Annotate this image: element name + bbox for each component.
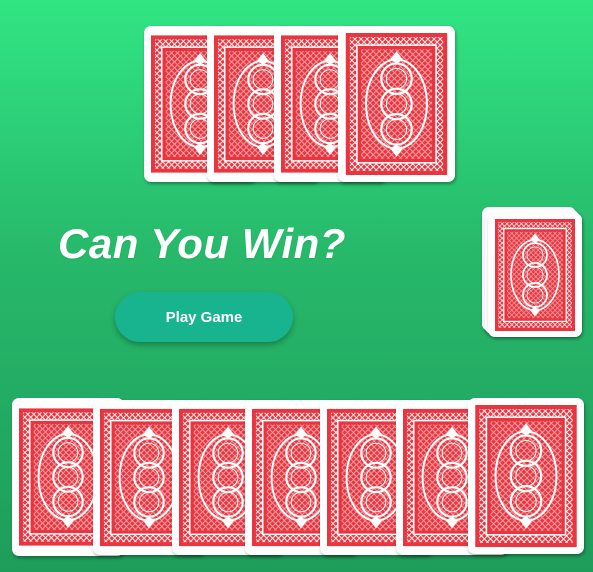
card-back-pattern <box>494 219 576 331</box>
play-game-button[interactable]: Play Game <box>115 292 293 342</box>
game-title: Can You Win? <box>58 220 346 267</box>
card-back-pattern <box>475 405 577 547</box>
card-back-pattern <box>345 33 448 175</box>
deck-top-card[interactable] <box>488 213 582 337</box>
opponent-card <box>338 26 455 182</box>
player-card[interactable] <box>468 398 584 554</box>
